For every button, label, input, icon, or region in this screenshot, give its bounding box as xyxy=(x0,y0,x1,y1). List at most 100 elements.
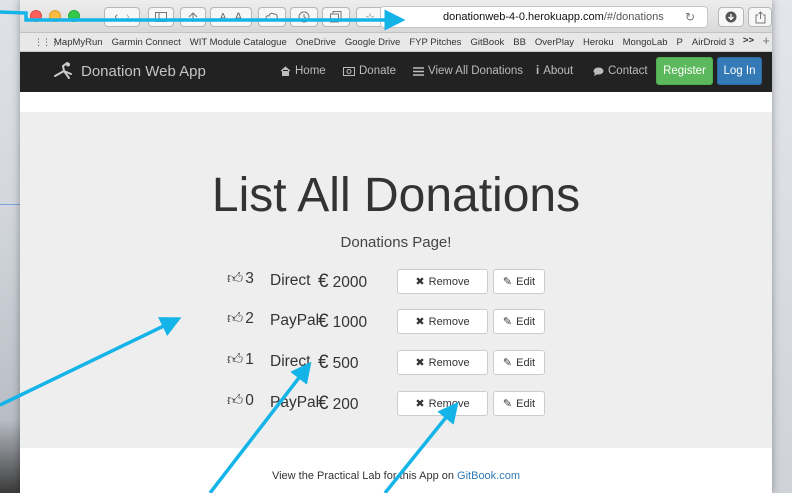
register-button[interactable]: Register xyxy=(656,57,713,85)
bookmark-item[interactable]: FYP Pitches xyxy=(409,37,461,48)
donation-row: 👍︎ 0 PayPal €200 ✖ Remove ✎ Edit xyxy=(20,391,772,416)
bookmark-item[interactable]: MapMyRun xyxy=(54,37,103,48)
font-larger-button[interactable]: A xyxy=(234,10,242,24)
bookmark-item[interactable]: OverPlay xyxy=(535,37,574,48)
payment-method: Direct xyxy=(270,272,311,289)
nav-contact[interactable]: Contact xyxy=(593,65,648,77)
back-icon[interactable]: ‹ xyxy=(114,11,118,23)
edit-button[interactable]: ✎ Edit xyxy=(493,309,545,334)
address-bar[interactable]: donationweb-4-0.herokuapp.com/#/donation… xyxy=(380,6,708,28)
edit-icon: ✎ xyxy=(502,398,513,410)
bookmark-item[interactable]: AirDroid 3 xyxy=(692,37,734,48)
forward-icon[interactable]: › xyxy=(126,11,130,23)
bookmark-item[interactable]: P xyxy=(677,37,683,48)
grid-icon[interactable]: ⋮⋮⋮ xyxy=(34,37,59,48)
reload-icon[interactable]: ↻ xyxy=(685,10,695,24)
show-tabs-button[interactable] xyxy=(322,7,350,27)
edit-icon: ✎ xyxy=(502,316,513,328)
thumbs-up-icon[interactable]: 👍︎ xyxy=(227,310,243,328)
info-icon: i xyxy=(536,65,540,77)
cloud-icon xyxy=(265,12,279,22)
edit-label: Edit xyxy=(516,397,536,410)
remove-button[interactable]: ✖ Remove xyxy=(397,350,488,375)
new-tab-button[interactable]: + xyxy=(762,33,770,48)
site-navbar: Donation Web App Home Donate View All Do… xyxy=(20,52,772,92)
minimize-window-button[interactable] xyxy=(49,10,61,22)
remove-x-icon: ✖ xyxy=(415,276,425,288)
font-size-buttons[interactable]: A A xyxy=(210,7,252,27)
payment-method: PayPal xyxy=(270,312,320,329)
payment-method: PayPal xyxy=(270,394,320,411)
currency-symbol: € xyxy=(318,393,329,414)
nav-donate-label[interactable]: Donate xyxy=(359,65,396,77)
bookmark-item[interactable]: Google Drive xyxy=(345,37,400,48)
brand-name[interactable]: Donation Web App xyxy=(81,63,206,80)
browser-toolbar: ‹ › A A ☆ donationweb-4-0.herokuapp.com /… xyxy=(20,0,772,33)
upvote-count: 2 xyxy=(245,310,254,327)
icloud-tabs-button[interactable] xyxy=(258,7,286,27)
downloads-button[interactable] xyxy=(718,7,744,27)
bookmark-item[interactable]: OneDrive xyxy=(296,37,336,48)
close-window-button[interactable] xyxy=(30,10,42,22)
tabs-icon xyxy=(330,11,342,23)
list-icon xyxy=(413,66,424,76)
remove-button[interactable]: ✖ Remove xyxy=(397,269,488,294)
navbar-spacer xyxy=(20,92,772,112)
remove-x-icon: ✖ xyxy=(415,357,425,369)
bookmark-item[interactable]: MongoLab xyxy=(623,37,668,48)
nav-about-label[interactable]: About xyxy=(543,65,573,77)
bookmark-item[interactable]: GitBook xyxy=(470,37,504,48)
currency-symbol: € xyxy=(318,271,329,292)
gitbook-link[interactable]: GitBook.com xyxy=(457,470,520,482)
url-path: /#/donations xyxy=(603,11,664,23)
edit-button[interactable]: ✎ Edit xyxy=(493,350,545,375)
edit-label: Edit xyxy=(516,356,536,369)
share-button[interactable] xyxy=(180,7,206,27)
bookmark-item[interactable]: Garmin Connect xyxy=(112,37,181,48)
nav-about[interactable]: i About xyxy=(536,65,573,77)
bookmark-item[interactable]: WIT Module Catalogue xyxy=(190,37,287,48)
payment-method: Direct xyxy=(270,353,311,370)
bookmark-item[interactable]: Heroku xyxy=(583,37,614,48)
page-footer: View the Practical Lab for this App on G… xyxy=(20,448,772,493)
sidebar-button[interactable] xyxy=(148,7,174,27)
zoom-window-button[interactable] xyxy=(68,10,80,22)
bookmark-item[interactable]: BB xyxy=(513,37,526,48)
remove-label: Remove xyxy=(428,356,470,369)
remove-button[interactable]: ✖ Remove xyxy=(397,391,488,416)
page-title: List All Donations xyxy=(211,169,581,222)
nav-home[interactable]: Home xyxy=(280,65,326,77)
desktop-background-right xyxy=(772,0,792,493)
nav-view-all-donations[interactable]: View All Donations xyxy=(413,65,523,77)
page-subtitle: Donations Page! xyxy=(340,234,452,251)
remove-button[interactable]: ✖ Remove xyxy=(397,309,488,334)
sidebar-icon xyxy=(155,12,167,22)
thumbs-up-icon[interactable]: 👍︎ xyxy=(227,270,243,288)
nav-donate[interactable]: Donate xyxy=(343,65,396,77)
donation-row: 👍︎ 2 PayPal €1000 ✖ Remove ✎ Edit xyxy=(20,309,772,334)
nav-view-all-label[interactable]: View All Donations xyxy=(428,65,523,77)
edit-button[interactable]: ✎ Edit xyxy=(493,391,545,416)
more-bookmarks-button[interactable]: >> xyxy=(743,35,754,46)
login-button[interactable]: Log In xyxy=(717,57,762,85)
thumbs-up-icon[interactable]: 👍︎ xyxy=(227,392,243,410)
font-smaller-button[interactable]: A xyxy=(220,12,227,23)
export-button[interactable] xyxy=(748,7,772,27)
remove-label: Remove xyxy=(428,275,470,288)
brand[interactable]: Donation Web App xyxy=(54,62,206,80)
history-button[interactable] xyxy=(290,7,318,27)
nav-home-label[interactable]: Home xyxy=(295,65,326,77)
currency-symbol: € xyxy=(318,352,329,373)
remove-x-icon: ✖ xyxy=(415,398,425,410)
donation-amount: €2000 xyxy=(318,271,367,293)
nav-contact-label[interactable]: Contact xyxy=(608,65,648,77)
remove-label: Remove xyxy=(428,315,470,328)
upvote-control[interactable]: 👍︎ 1 xyxy=(227,351,254,369)
edit-button[interactable]: ✎ Edit xyxy=(493,269,545,294)
upvote-control[interactable]: 👍︎ 0 xyxy=(227,392,254,410)
thumbs-up-icon[interactable]: 👍︎ xyxy=(227,351,243,369)
upvote-control[interactable]: 👍︎ 3 xyxy=(227,270,254,288)
back-forward-buttons[interactable]: ‹ › xyxy=(104,7,140,27)
logo-icon xyxy=(54,62,72,79)
upvote-control[interactable]: 👍︎ 2 xyxy=(227,310,254,328)
